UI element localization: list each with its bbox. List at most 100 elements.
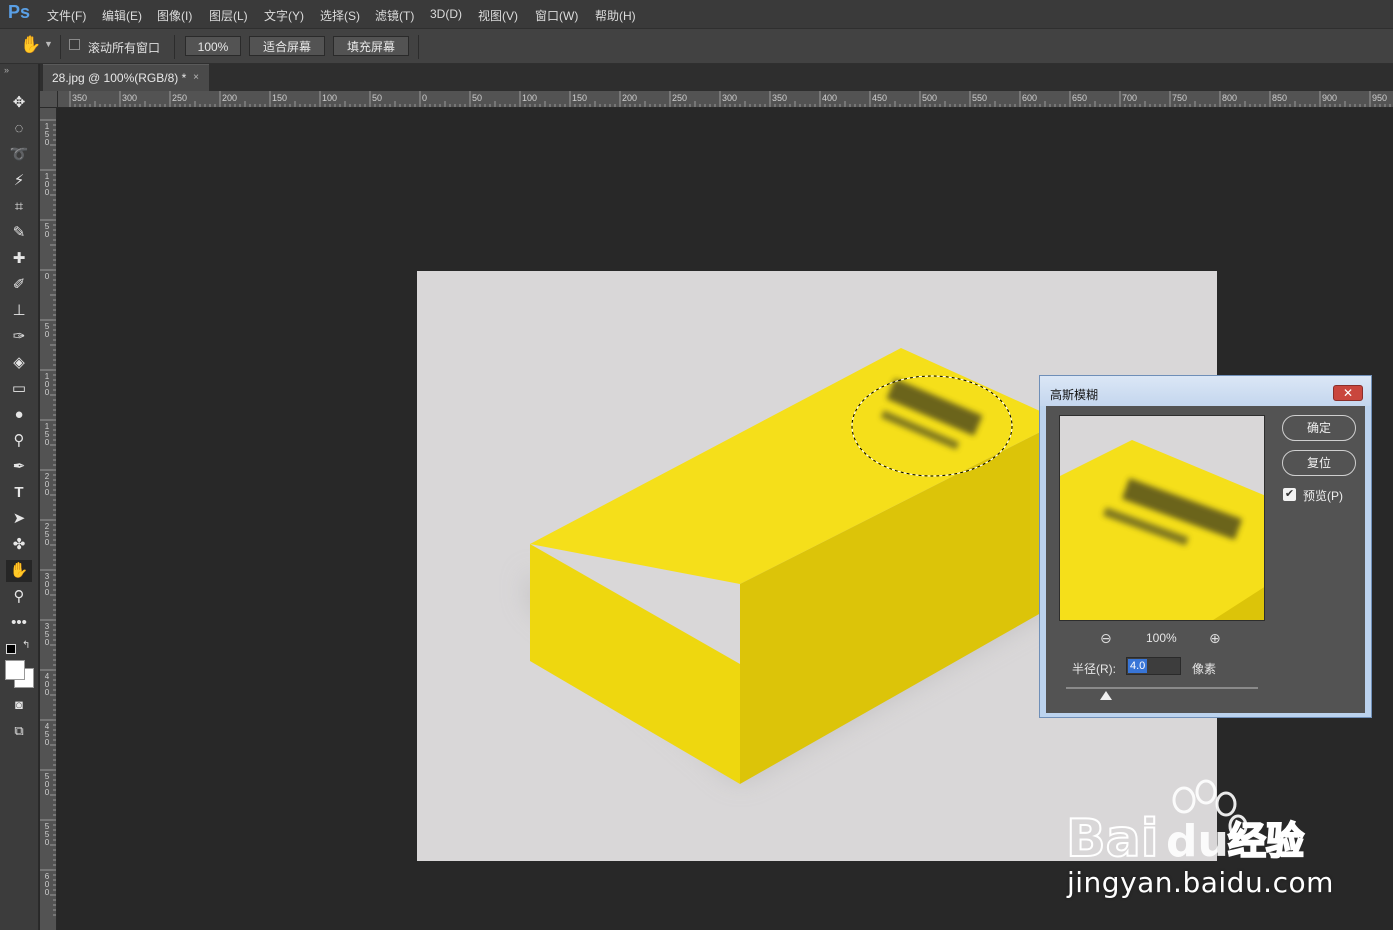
menu-type[interactable]: 文字(Y) [264, 7, 304, 24]
move-icon[interactable]: ✥ [6, 92, 32, 114]
type-icon[interactable]: T [6, 482, 32, 504]
divider [418, 35, 419, 59]
dodge-icon[interactable]: ⚲ [6, 430, 32, 452]
ruler-label: 350 [72, 93, 88, 103]
dialog-titlebar[interactable]: 高斯模糊 ✕ [1040, 376, 1371, 406]
baidu-jingyan-watermark: Bai du 经验 [1066, 779, 1305, 868]
menu-layer[interactable]: 图层(L) [209, 7, 248, 24]
magic-wand-icon[interactable]: ⚡ [6, 170, 32, 192]
ruler-label: 400 [44, 672, 50, 697]
ruler-label: 200 [44, 472, 50, 497]
scroll-all-windows-label: 滚动所有窗口 [88, 41, 161, 55]
ruler-label: 800 [1222, 93, 1238, 103]
blur-preview[interactable] [1059, 415, 1265, 621]
quick-mask-icon[interactable]: ◙ [6, 694, 32, 716]
menu-filter[interactable]: 滤镜(T) [375, 7, 414, 24]
fit-screen-button[interactable]: 适合屏幕 [249, 36, 325, 56]
screen-mode-icon[interactable]: ⧉ [6, 720, 32, 742]
ruler-label: 550 [972, 93, 988, 103]
lasso-icon[interactable]: ➰ [6, 144, 32, 166]
ruler-label: 300 [722, 93, 738, 103]
menu-window[interactable]: 窗口(W) [535, 7, 578, 24]
custom-shape-icon[interactable]: ✤ [6, 534, 32, 556]
collapse-panel-icon[interactable]: » [4, 65, 9, 75]
ruler-label: 100 [522, 93, 538, 103]
ruler-label: 350 [44, 622, 50, 647]
scroll-all-windows-checkbox[interactable] [69, 39, 80, 50]
ruler-label: 100 [322, 93, 338, 103]
menu-3d[interactable]: 3D(D) [430, 7, 462, 21]
clone-stamp-icon[interactable]: ⊥ [6, 300, 32, 322]
ruler-label: 650 [1072, 93, 1088, 103]
ruler-label: 350 [772, 93, 788, 103]
dialog-body: 确定 复位 ✔ 预览(P) ⊖ 100% ⊕ 半径(R): 4.0 像素 [1046, 406, 1365, 713]
ruler-label: 150 [572, 93, 588, 103]
ruler-label: 750 [1172, 93, 1188, 103]
ruler-label: 50 [372, 93, 383, 103]
ruler-label: 150 [44, 422, 50, 447]
ruler-label: 50 [472, 93, 483, 103]
brush-icon[interactable]: ✐ [6, 274, 32, 296]
radius-value: 4.0 [1128, 659, 1148, 673]
tools-panel: » ✥ ◌ ➰ ⚡ ⌗ ✎ ✚ ✐ ⊥ ✑ ◈ ▭ ● ⚲ ✒ T ➤ ✤ ✋ … [0, 64, 39, 930]
document-tab[interactable]: 28.jpg @ 100%(RGB/8) * × [43, 64, 209, 91]
eyedropper-icon[interactable]: ✎ [6, 222, 32, 244]
fill-screen-button[interactable]: 填充屏幕 [333, 36, 409, 56]
preview-label: 预览(P) [1303, 489, 1343, 503]
chevron-down-icon[interactable]: ▼ [44, 39, 53, 49]
horizontal-ruler[interactable]: 350 300 250 200 150 100 50 0 50 100 150 200 250 300 35… [58, 91, 1393, 108]
ruler-label: 150 [44, 122, 50, 147]
radius-slider-thumb[interactable] [1100, 691, 1112, 700]
foreground-color-swatch[interactable] [5, 660, 25, 680]
ruler-label: 850 [1272, 93, 1288, 103]
more-tools-icon[interactable]: ••• [6, 612, 32, 634]
zoom-out-icon[interactable]: ⊖ [1100, 630, 1112, 647]
default-colors-icon[interactable] [6, 644, 16, 654]
ruler-label: 250 [672, 93, 688, 103]
crop-icon[interactable]: ⌗ [6, 196, 32, 218]
menu-image[interactable]: 图像(I) [157, 7, 192, 24]
eraser-icon[interactable]: ◈ [6, 352, 32, 374]
ruler-label: 450 [44, 722, 50, 747]
radius-input[interactable]: 4.0 [1126, 657, 1181, 675]
radius-slider-track[interactable] [1066, 687, 1258, 689]
reset-button[interactable]: 复位 [1282, 450, 1356, 476]
menu-help[interactable]: 帮助(H) [595, 7, 636, 24]
ok-button[interactable]: 确定 [1282, 415, 1356, 441]
ellipse-marquee-icon[interactable]: ◌ [6, 118, 32, 140]
history-brush-icon[interactable]: ✑ [6, 326, 32, 348]
ruler-label: 300 [44, 572, 50, 597]
ruler-label: 250 [172, 93, 188, 103]
ruler-label: 600 [1022, 93, 1038, 103]
ruler-label: 200 [622, 93, 638, 103]
ruler-label: 900 [1322, 93, 1338, 103]
hand-icon[interactable]: ✋ [20, 35, 41, 55]
pen-icon[interactable]: ✒ [6, 456, 32, 478]
preview-checkbox[interactable]: ✔ [1283, 488, 1296, 501]
vertical-ruler[interactable]: 1501005005010015020025030035040045050055… [40, 108, 57, 930]
swap-colors-icon[interactable]: ↰ [22, 640, 30, 651]
menu-file[interactable]: 文件(F) [47, 7, 86, 24]
close-icon[interactable]: × [193, 65, 199, 91]
ruler-label: 300 [122, 93, 138, 103]
menu-edit[interactable]: 编辑(E) [102, 7, 142, 24]
zoom-100-button[interactable]: 100% [185, 36, 241, 56]
close-button[interactable]: ✕ [1333, 385, 1363, 401]
hand-icon[interactable]: ✋ [6, 560, 32, 582]
menu-select[interactable]: 选择(S) [320, 7, 360, 24]
ruler-label: 0 [44, 272, 50, 281]
dialog-title: 高斯模糊 [1050, 388, 1099, 402]
gradient-icon[interactable]: ▭ [6, 378, 32, 400]
ruler-label: 100 [44, 372, 50, 397]
ruler-label: 500 [44, 772, 50, 797]
zoom-in-icon[interactable]: ⊕ [1209, 630, 1221, 647]
ruler-label: 950 [1372, 93, 1388, 103]
watermark-url: jingyan.baidu.com [1067, 866, 1334, 899]
menu-view[interactable]: 视图(V) [478, 7, 518, 24]
zoom-icon[interactable]: ⚲ [6, 586, 32, 608]
blur-icon[interactable]: ● [6, 404, 32, 426]
path-selection-icon[interactable]: ➤ [6, 508, 32, 530]
ruler-label: 0 [422, 93, 428, 103]
watermark-suffix: 经验 [1228, 819, 1304, 863]
healing-brush-icon[interactable]: ✚ [6, 248, 32, 270]
